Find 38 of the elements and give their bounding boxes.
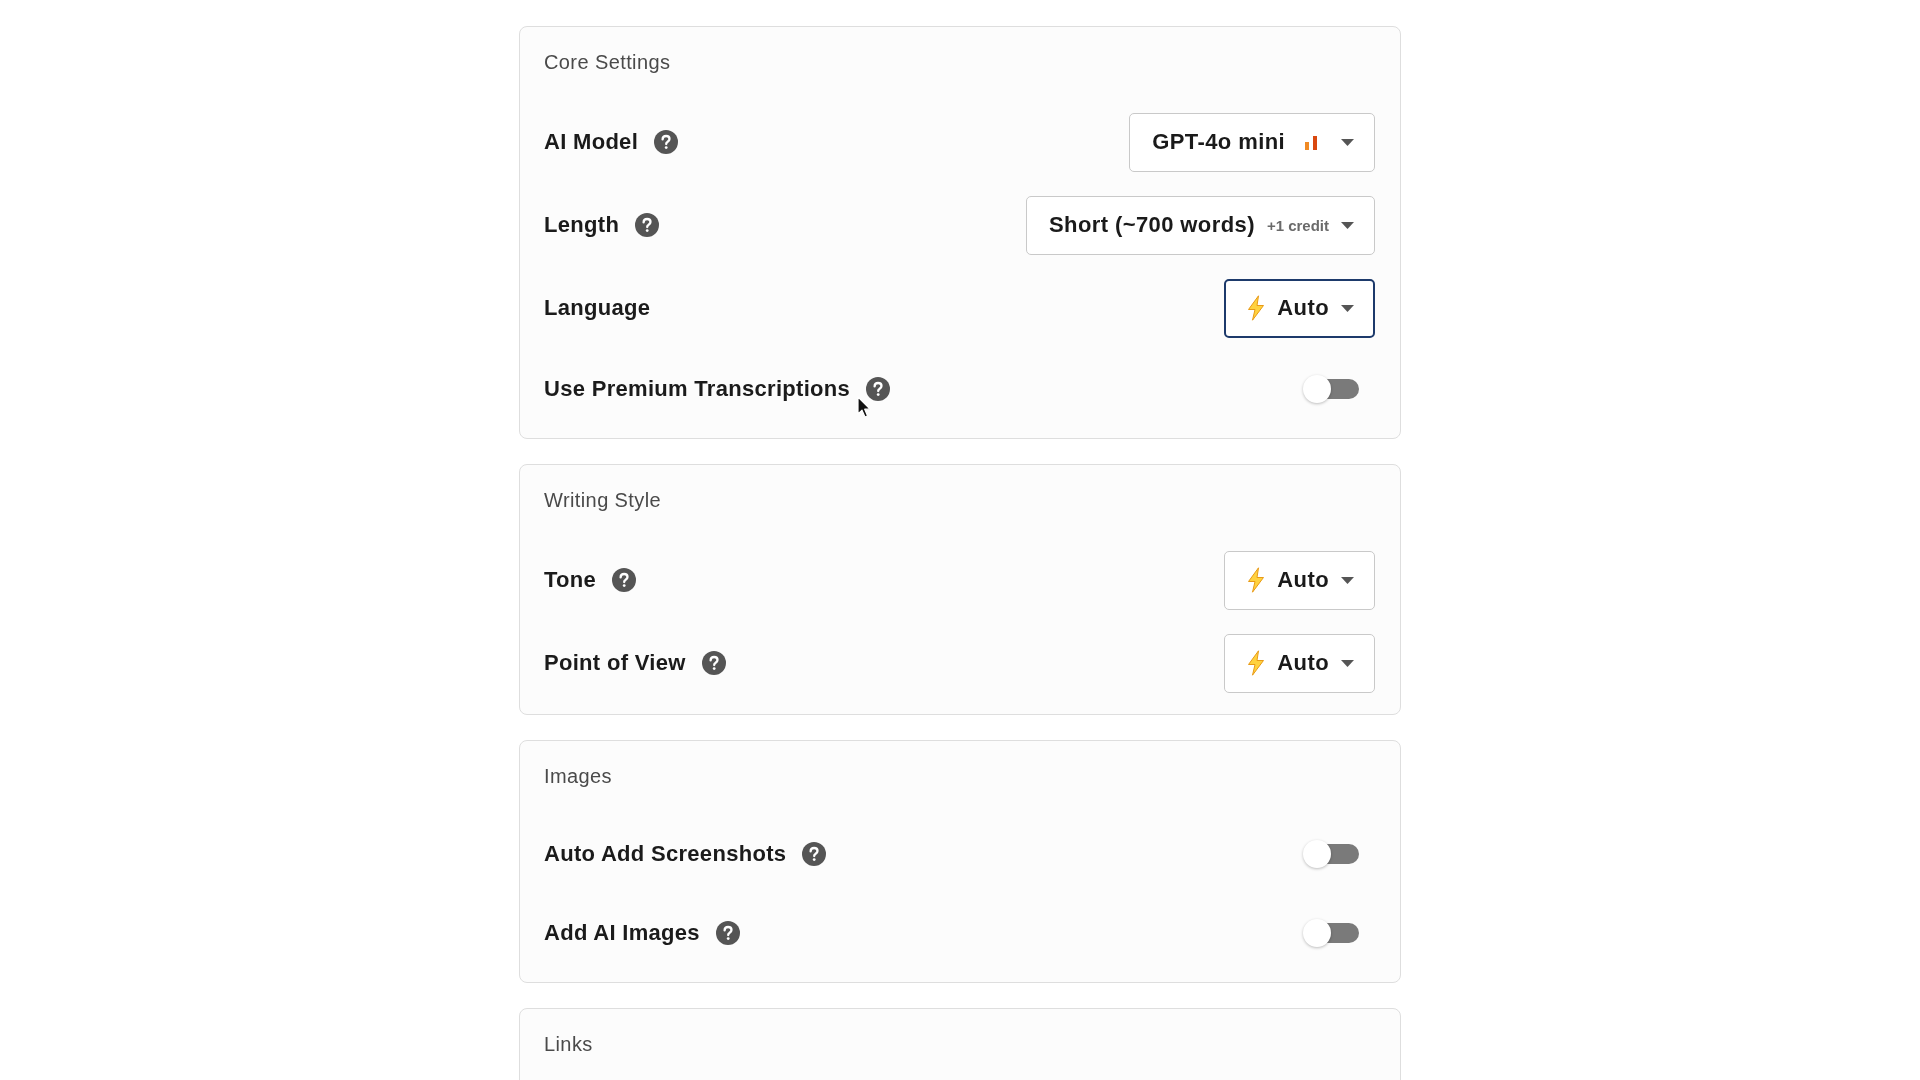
setting-label: Auto Add Screenshots bbox=[544, 841, 787, 867]
setting-label: Use Premium Transcriptions bbox=[544, 376, 851, 402]
caret-icon bbox=[1341, 659, 1354, 667]
caret-icon bbox=[1341, 138, 1354, 146]
help-icon[interactable] bbox=[866, 377, 891, 401]
toggle-switch[interactable] bbox=[1303, 840, 1359, 868]
toggle-switch[interactable] bbox=[1303, 375, 1359, 403]
section-title: Images bbox=[544, 764, 612, 788]
section-title: Core Settings bbox=[544, 50, 671, 74]
setting-label: AI Model bbox=[544, 129, 639, 155]
credit-note: +1 credit bbox=[1266, 216, 1329, 234]
lightning-icon bbox=[1247, 295, 1266, 321]
section-title: Writing Style bbox=[544, 488, 662, 512]
select-dropdown[interactable]: Short (~700 words) +1 credit bbox=[1026, 195, 1375, 255]
select-dropdown[interactable]: Auto bbox=[1224, 633, 1375, 693]
help-icon[interactable] bbox=[701, 651, 726, 675]
lightning-icon bbox=[1247, 650, 1266, 676]
help-icon[interactable] bbox=[654, 130, 679, 154]
section-title: Links bbox=[544, 1032, 593, 1056]
select-dropdown[interactable]: Auto bbox=[1224, 278, 1375, 338]
lightning-icon bbox=[1247, 567, 1266, 593]
setting-label: Language bbox=[544, 295, 651, 321]
help-icon[interactable] bbox=[635, 213, 660, 237]
help-icon[interactable] bbox=[715, 921, 740, 945]
toggle-switch[interactable] bbox=[1303, 919, 1359, 947]
caret-icon bbox=[1341, 221, 1354, 229]
help-icon[interactable] bbox=[802, 842, 827, 866]
select-dropdown[interactable]: GPT-4o mini bbox=[1129, 112, 1375, 172]
caret-icon bbox=[1341, 304, 1354, 312]
help-icon[interactable] bbox=[612, 568, 637, 592]
select-dropdown[interactable]: Auto bbox=[1224, 550, 1375, 610]
setting-label: Point of View bbox=[544, 650, 686, 676]
setting-label: Add AI Images bbox=[544, 920, 700, 946]
setting-label: Length bbox=[544, 212, 620, 238]
caret-icon bbox=[1341, 576, 1354, 584]
setting-label: Tone bbox=[544, 567, 597, 593]
bar-chart-icon bbox=[1305, 134, 1317, 150]
cursor-icon bbox=[857, 396, 871, 418]
